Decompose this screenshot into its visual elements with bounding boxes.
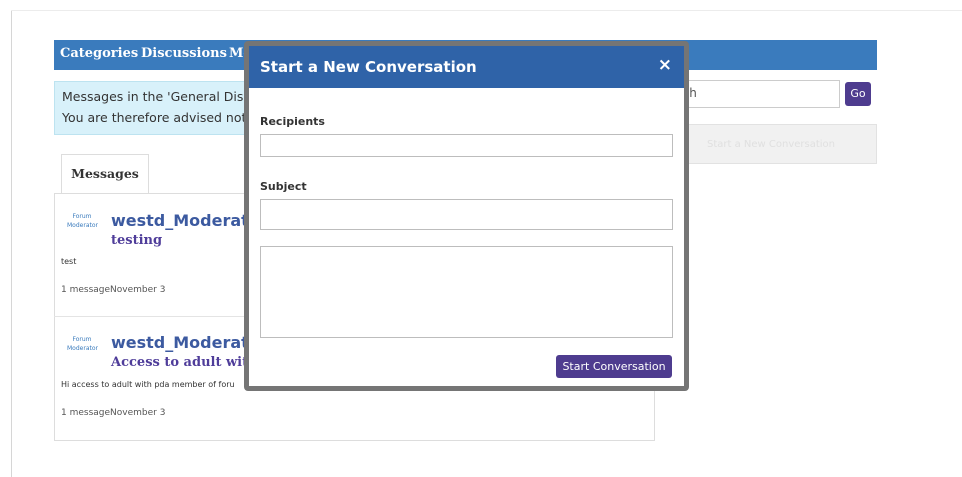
modal-title: Start a New Conversation [260, 58, 477, 76]
message-body: Hi access to adult with pda member of fo… [61, 380, 235, 389]
modal-header: Start a New Conversation × [249, 46, 684, 88]
close-icon[interactable]: × [658, 55, 672, 75]
recipients-input[interactable] [260, 134, 673, 157]
message-body-textarea[interactable] [260, 246, 673, 338]
tab-messages[interactable]: Messages [61, 154, 149, 194]
info-banner: Messages in the 'General Disc You are th… [54, 81, 249, 135]
logo-text-top: Forum [72, 336, 92, 343]
banner-line-1: Messages in the 'General Disc [62, 89, 249, 104]
logo-text-bottom: Moderator [67, 222, 98, 229]
search-input[interactable]: rch [665, 80, 840, 108]
start-new-conversation-button[interactable]: Start a New Conversation [665, 124, 877, 164]
nav-discussions[interactable]: Discussions [141, 46, 227, 61]
recipients-label: Recipients [260, 115, 325, 128]
forum-moderator-logo: Forum Moderator [67, 335, 98, 353]
new-conversation-modal: Start a New Conversation × Recipients Su… [244, 41, 689, 391]
search-go-button[interactable]: Go [845, 82, 871, 106]
message-body: test [61, 257, 77, 266]
logo-text-bottom: Moderator [67, 345, 98, 352]
page-frame-left [11, 10, 12, 477]
message-subject[interactable]: testing [111, 233, 162, 248]
forum-moderator-logo: Forum Moderator [67, 212, 98, 230]
logo-text-top: Forum [72, 213, 92, 220]
message-meta: 1 messageNovember 3 [61, 285, 165, 295]
message-date: November 3 [110, 285, 166, 295]
message-count: 1 message [61, 285, 111, 295]
page-frame-top [11, 10, 962, 11]
message-count: 1 message [61, 408, 111, 418]
subject-label: Subject [260, 180, 307, 193]
banner-line-2: You are therefore advised not [62, 110, 247, 125]
message-meta: 1 messageNovember 3 [61, 408, 165, 418]
subject-input[interactable] [260, 199, 673, 230]
start-conversation-button[interactable]: Start Conversation [556, 355, 672, 378]
nav-categories[interactable]: Categories [60, 46, 138, 61]
message-date: November 3 [110, 408, 166, 418]
